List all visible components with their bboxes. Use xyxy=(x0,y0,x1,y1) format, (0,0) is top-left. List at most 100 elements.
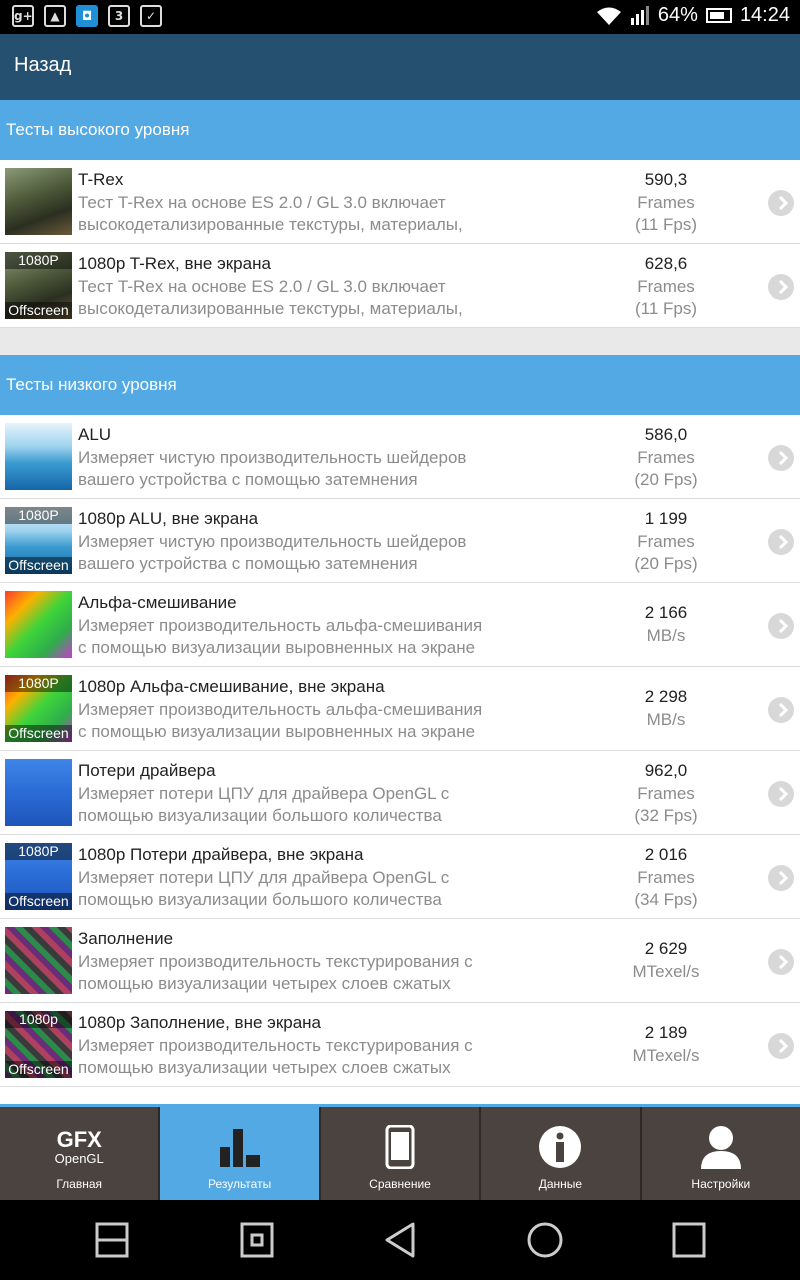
section-gap xyxy=(0,328,800,355)
info-icon xyxy=(539,1126,582,1168)
phone-icon xyxy=(385,1125,415,1169)
signal-icon xyxy=(630,5,649,25)
tab-settings[interactable]: Настройки xyxy=(642,1107,800,1200)
back-icon[interactable] xyxy=(383,1222,417,1258)
test-score: 628,6 Frames (11 Fps) xyxy=(596,252,736,320)
resolution-tag: 1080P xyxy=(5,252,72,269)
recents-icon[interactable] xyxy=(672,1222,706,1258)
test-row[interactable]: T-Rex Тест T-Rex на основе ES 2.0 / GL 3… xyxy=(0,160,800,244)
test-title: 1080p Альфа-смешивание, вне экрана xyxy=(78,677,385,696)
resolution-tag: 1080P xyxy=(5,675,72,692)
test-thumbnail: 1080P Offscreen xyxy=(5,507,72,574)
test-title: T-Rex xyxy=(78,170,124,189)
results-list[interactable]: Тесты высокого уровня T-Rex Тест T-Rex н… xyxy=(0,100,800,1104)
test-score: 586,0 Frames (20 Fps) xyxy=(596,423,736,491)
test-thumbnail xyxy=(5,591,72,658)
chevron-right-icon[interactable] xyxy=(768,949,794,975)
split-screen-icon[interactable] xyxy=(95,1222,129,1258)
score-unit: MTexel/s xyxy=(632,962,700,981)
test-title: ALU xyxy=(78,425,112,444)
test-score: 590,3 Frames (11 Fps) xyxy=(596,168,736,236)
score-value: 586,0 xyxy=(644,425,688,444)
score-unit: Frames xyxy=(637,784,695,803)
tab-compare[interactable]: Сравнение xyxy=(321,1107,482,1200)
test-description-line2: высокодетализированные текстуры, материа… xyxy=(78,215,463,234)
tab-compare-label: Сравнение xyxy=(369,1177,431,1191)
gfx-opengl-logo-icon: GFX OpenGL xyxy=(55,1127,104,1167)
test-row[interactable]: Заполнение Измеряет производительность т… xyxy=(0,919,800,1003)
test-row[interactable]: Альфа-смешивание Измеряет производительн… xyxy=(0,583,800,667)
test-row[interactable]: Потери драйвера Измеряет потери ЦПУ для … xyxy=(0,751,800,835)
tab-home-label: Главная xyxy=(56,1177,103,1191)
status-bar: g+ ▲ ◘ 3 ✓ 64% 14:24 xyxy=(0,0,800,34)
app-bar: Назад xyxy=(0,34,800,100)
clock: 14:24 xyxy=(739,4,790,26)
chevron-right-icon[interactable] xyxy=(768,697,794,723)
tab-results-label: Результаты xyxy=(208,1177,272,1191)
chevron-right-icon[interactable] xyxy=(768,529,794,555)
test-thumbnail xyxy=(5,759,72,826)
test-thumbnail xyxy=(5,423,72,490)
chevron-right-icon[interactable] xyxy=(768,190,794,216)
test-description-line2: вашего устройства с помощью затемнения xyxy=(78,470,418,489)
chevron-right-icon[interactable] xyxy=(768,1033,794,1059)
score-fps: (32 Fps) xyxy=(634,806,698,825)
back-button[interactable]: Назад xyxy=(14,54,71,77)
score-value: 590,3 xyxy=(644,170,688,189)
tab-home[interactable]: GFX OpenGL Главная xyxy=(0,1107,161,1200)
score-value: 1 199 xyxy=(644,509,688,528)
test-row[interactable]: ALU Измеряет чистую производительность ш… xyxy=(0,415,800,499)
logo-gfx-text: GFX xyxy=(56,1127,102,1152)
battery-percent: 64% xyxy=(657,4,698,26)
test-title: 1080p ALU, вне экрана xyxy=(78,509,259,528)
test-score: 2 016 Frames (34 Fps) xyxy=(596,843,736,911)
test-description-line1: Измеряет чистую производительность шейде… xyxy=(78,532,467,551)
test-description-line1: Измеряет потери ЦПУ для драйвера OpenGL … xyxy=(78,868,450,887)
test-description-line2: с помощью визуализации выровненных на эк… xyxy=(78,638,476,657)
tab-results[interactable]: Результаты xyxy=(160,1107,321,1200)
score-value: 2 016 xyxy=(644,845,688,864)
chevron-right-icon[interactable] xyxy=(768,613,794,639)
score-unit: MB/s xyxy=(646,626,686,645)
chevron-right-icon[interactable] xyxy=(768,274,794,300)
chevron-right-icon[interactable] xyxy=(768,445,794,471)
test-description-line1: Измеряет производительность альфа-смешив… xyxy=(78,616,483,635)
chevron-right-icon[interactable] xyxy=(768,781,794,807)
test-row[interactable]: 1080P Offscreen 1080p ALU, вне экрана Из… xyxy=(0,499,800,583)
test-title: 1080p Заполнение, вне экрана xyxy=(78,1013,322,1032)
test-row[interactable]: 1080P Offscreen 1080p Потери драйвера, в… xyxy=(0,835,800,919)
test-description-line1: Измеряет производительность текстурирова… xyxy=(78,952,473,971)
score-value: 628,6 xyxy=(644,254,688,273)
score-value: 2 189 xyxy=(644,1023,688,1042)
test-score: 1 199 Frames (20 Fps) xyxy=(596,507,736,575)
test-score: 2 189 MTexel/s xyxy=(596,1021,736,1067)
offscreen-tag: Offscreen xyxy=(5,557,72,574)
test-title: Потери драйвера xyxy=(78,761,216,780)
chevron-right-icon[interactable] xyxy=(768,865,794,891)
test-description-line2: вашего устройства с помощью затемнения xyxy=(78,554,418,573)
test-title: 1080p Потери драйвера, вне экрана xyxy=(78,845,364,864)
score-fps: (34 Fps) xyxy=(634,890,698,909)
test-row[interactable]: 1080p Offscreen 1080p Заполнение, вне эк… xyxy=(0,1003,800,1087)
offscreen-tag: Offscreen xyxy=(5,725,72,742)
system-nav-bar xyxy=(0,1200,800,1280)
tab-data[interactable]: Данные xyxy=(481,1107,642,1200)
google-plus-icon: g+ xyxy=(12,5,34,27)
score-unit: Frames xyxy=(637,277,695,296)
home-square-icon[interactable] xyxy=(240,1222,274,1258)
score-unit: MTexel/s xyxy=(632,1046,700,1065)
test-score: 2 629 MTexel/s xyxy=(596,937,736,983)
tab-bar: GFX OpenGL Главная Результаты Сравнение … xyxy=(0,1104,800,1200)
user-icon xyxy=(700,1126,741,1169)
test-thumbnail: 1080P Offscreen xyxy=(5,252,72,319)
test-row[interactable]: 1080P Offscreen 1080p T-Rex, вне экрана … xyxy=(0,244,800,328)
score-value: 2 629 xyxy=(644,939,688,958)
section-header: Тесты высокого уровня xyxy=(0,100,800,160)
score-value: 962,0 xyxy=(644,761,688,780)
score-unit: Frames xyxy=(637,532,695,551)
test-description-line2: с помощью визуализации выровненных на эк… xyxy=(78,722,476,741)
test-thumbnail xyxy=(5,927,72,994)
app-3d-icon: 3 xyxy=(108,5,130,27)
test-row[interactable]: 1080P Offscreen 1080p Альфа-смешивание, … xyxy=(0,667,800,751)
home-circle-icon[interactable] xyxy=(527,1222,563,1258)
